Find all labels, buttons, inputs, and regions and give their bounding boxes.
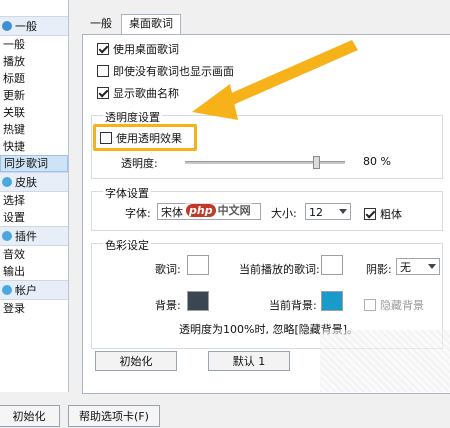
background-color-swatch[interactable] bbox=[187, 291, 209, 311]
sidebar-group-general[interactable]: 一般 bbox=[0, 16, 68, 36]
hide-background-checkbox[interactable]: 隐藏背景 bbox=[364, 297, 424, 313]
default-button[interactable]: 默认 1 bbox=[208, 351, 290, 371]
scroll-texture bbox=[320, 330, 450, 392]
current-background-color-label: 当前背景: bbox=[269, 299, 317, 312]
sidebar-item-hotkeys[interactable]: 热键 bbox=[0, 121, 68, 138]
sidebar-group-account[interactable]: 帐户 bbox=[0, 280, 68, 300]
font-size-value: 12 bbox=[309, 206, 323, 219]
skin-icon bbox=[2, 177, 12, 187]
sidebar-item-login[interactable]: 登录 bbox=[0, 300, 68, 317]
watermark: php 中文网 bbox=[185, 202, 252, 218]
watermark-logo: php bbox=[186, 204, 216, 217]
sidebar-item-association[interactable]: 关联 bbox=[0, 104, 68, 121]
checkbox-box[interactable] bbox=[364, 299, 376, 311]
sidebar-group-title: 皮肤 bbox=[15, 176, 37, 189]
bottom-init-button[interactable]: 初始化 bbox=[0, 405, 60, 427]
sidebar-group-title: 一般 bbox=[15, 20, 37, 33]
bold-checkbox[interactable]: 粗体 bbox=[364, 206, 402, 222]
chevron-down-icon bbox=[428, 264, 436, 269]
checkbox-box[interactable] bbox=[97, 87, 109, 99]
lyrics-color-label: 歌词: bbox=[155, 263, 181, 276]
bottom-help-button[interactable]: 帮助选项卡(F) bbox=[68, 405, 160, 427]
font-name-value: 宋体 bbox=[161, 206, 183, 219]
checkbox-label: 隐藏背景 bbox=[380, 299, 424, 312]
checkbox-box[interactable] bbox=[97, 43, 109, 55]
sidebar-item-sound-effects[interactable]: 音效 bbox=[0, 246, 68, 263]
sidebar-item-general[interactable]: 一般 bbox=[0, 36, 68, 53]
sidebar-item-shortcuts[interactable]: 快捷 bbox=[0, 138, 68, 155]
current-background-color-swatch[interactable] bbox=[321, 291, 343, 311]
tab-desktop-lyrics[interactable]: 桌面歌词 bbox=[121, 14, 181, 35]
transparency-label: 透明度: bbox=[121, 157, 158, 170]
current-lyrics-color-label: 当前播放的歌词: bbox=[239, 263, 320, 276]
chevron-down-icon bbox=[339, 209, 347, 214]
sidebar-item-settings[interactable]: 设置 bbox=[0, 209, 68, 226]
general-icon bbox=[2, 21, 12, 31]
tab-strip: 一般 桌面歌词 bbox=[82, 14, 182, 35]
use-desktop-lyrics-checkbox[interactable]: 使用桌面歌词 bbox=[97, 41, 179, 57]
sidebar-group-skin[interactable]: 皮肤 bbox=[0, 172, 68, 192]
font-section-title: 字体设置 bbox=[103, 185, 151, 201]
sidebar-item-select[interactable]: 选择 bbox=[0, 192, 68, 209]
checkbox-box[interactable] bbox=[364, 208, 376, 220]
checkbox-label: 粗体 bbox=[380, 208, 402, 221]
transparency-section-title: 透明度设置 bbox=[103, 109, 162, 125]
show-without-lyrics-checkbox[interactable]: 即使没有歌词也显示画面 bbox=[97, 63, 234, 79]
checkbox-label: 即使没有歌词也显示画面 bbox=[113, 65, 234, 78]
plugin-icon bbox=[2, 231, 12, 241]
transparency-slider-track[interactable] bbox=[185, 161, 345, 164]
font-size-label: 大小: bbox=[271, 207, 297, 220]
checkbox-label: 使用桌面歌词 bbox=[113, 43, 179, 56]
color-section-title: 色彩设定 bbox=[103, 237, 151, 253]
watermark-text: 中文网 bbox=[217, 204, 251, 217]
sidebar-item-playback[interactable]: 播放 bbox=[0, 53, 68, 70]
sidebar-item-title[interactable]: 标题 bbox=[0, 70, 68, 87]
transparency-slider-thumb[interactable] bbox=[313, 156, 320, 169]
sidebar-item-sync-lyrics[interactable]: 同步歌词 bbox=[0, 155, 68, 172]
shadow-value: 无 bbox=[400, 261, 411, 274]
checkbox-box[interactable] bbox=[97, 65, 109, 77]
shadow-select[interactable]: 无 bbox=[396, 258, 440, 275]
show-song-name-checkbox[interactable]: 显示歌曲名称 bbox=[97, 85, 179, 101]
use-transparent-checkbox[interactable]: 使用透明效果 bbox=[100, 130, 182, 146]
init-button[interactable]: 初始化 bbox=[95, 351, 177, 371]
checkbox-box[interactable] bbox=[100, 132, 112, 144]
account-icon bbox=[2, 285, 12, 295]
sidebar-group-plugin[interactable]: 插件 bbox=[0, 226, 68, 246]
lyrics-color-swatch[interactable] bbox=[187, 255, 209, 275]
tab-general[interactable]: 一般 bbox=[82, 14, 120, 34]
transparency-value: 80 % bbox=[363, 155, 391, 168]
background-color-label: 背景: bbox=[155, 299, 181, 312]
sidebar-item-output[interactable]: 输出 bbox=[0, 263, 68, 280]
current-lyrics-color-swatch[interactable] bbox=[321, 255, 343, 275]
font-size-select[interactable]: 12 bbox=[305, 203, 351, 220]
sidebar-group-title: 插件 bbox=[15, 230, 37, 243]
settings-sidebar: 一般 一般 播放 标题 更新 关联 热键 快捷 同步歌词 皮肤 选择 设置 插件… bbox=[0, 0, 69, 392]
font-label: 字体: bbox=[125, 207, 151, 220]
checkbox-label: 使用透明效果 bbox=[116, 132, 182, 145]
checkbox-label: 显示歌曲名称 bbox=[113, 87, 179, 100]
sidebar-group-title: 帐户 bbox=[15, 284, 37, 297]
shadow-label: 阴影: bbox=[366, 263, 392, 276]
sidebar-item-update[interactable]: 更新 bbox=[0, 87, 68, 104]
